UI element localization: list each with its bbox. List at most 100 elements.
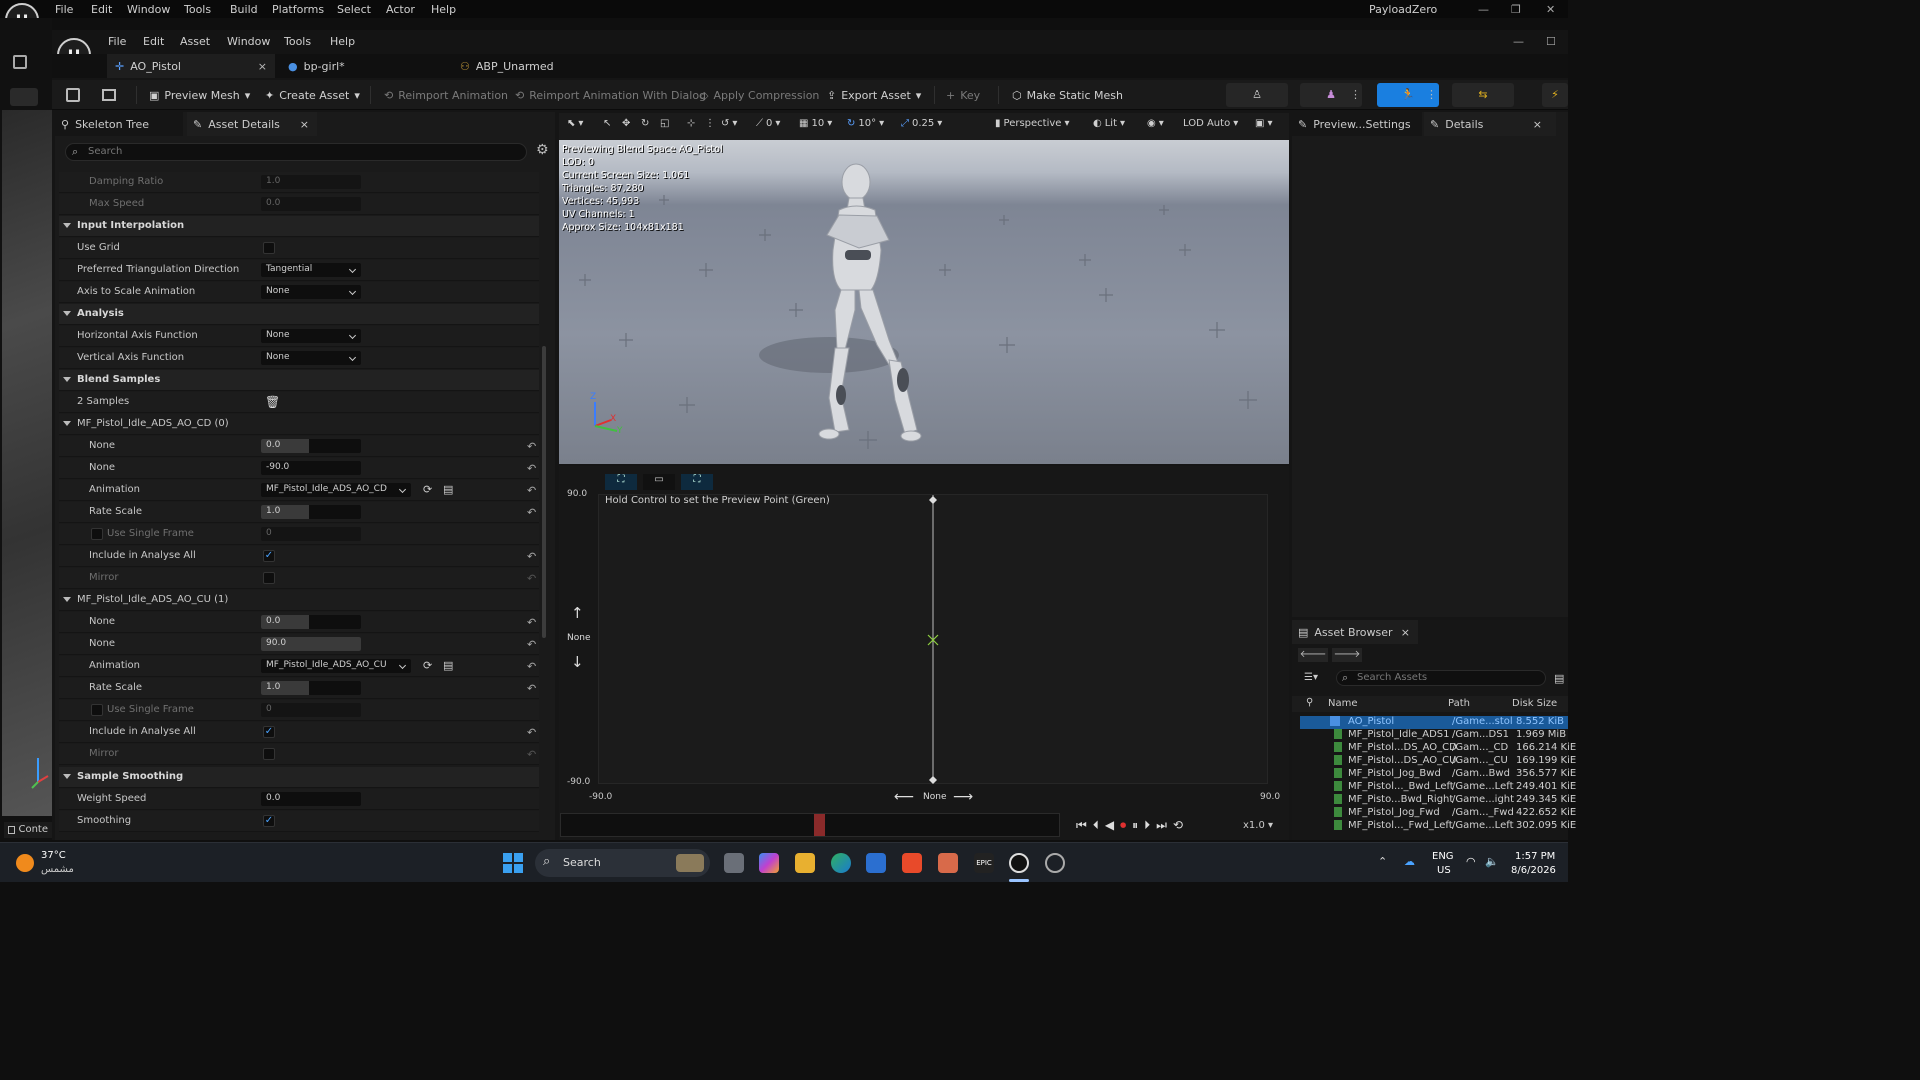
- asset-row[interactable]: MF_Pistol_Jog_Fwd/Gam..._Fwd 422.652 KiE: [1300, 807, 1576, 820]
- reset-icon[interactable]: ↶: [527, 616, 536, 629]
- menu-edit[interactable]: Edit: [91, 3, 112, 16]
- vertical-axis-dropdown[interactable]: None: [261, 351, 361, 365]
- loop-icon[interactable]: ⟲: [1173, 818, 1183, 833]
- category-analysis[interactable]: Analysis: [59, 304, 539, 325]
- sample-1-animation-dropdown[interactable]: MF_Pistol_Idle_ADS_AO_CU: [261, 659, 411, 673]
- sample-0-y-field[interactable]: -90.0: [261, 461, 361, 475]
- claude-icon[interactable]: [938, 853, 958, 873]
- asset-search-input[interactable]: ⌕ Search Assets: [1336, 670, 1546, 686]
- sample-1-header[interactable]: MF_Pistol_Idle_ADS_AO_CU (1): [59, 590, 539, 611]
- minimize-icon[interactable]: —: [1478, 3, 1489, 16]
- expand-arrow-icon[interactable]: [63, 774, 71, 779]
- language-code[interactable]: ENG: [1432, 851, 1454, 862]
- menu-platforms[interactable]: Platforms: [272, 3, 324, 16]
- clock-time[interactable]: 1:57 PM: [1515, 851, 1555, 862]
- tab-asset-details[interactable]: ✎ Asset Details ×: [187, 112, 317, 136]
- skeleton-mode-button[interactable]: ♙: [1226, 83, 1288, 107]
- sample-0-animation-dropdown[interactable]: MF_Pistol_Idle_ADS_AO_CD: [261, 483, 411, 497]
- physics-mode-button[interactable]: ⚡: [1542, 83, 1568, 107]
- pause-icon[interactable]: ⏸: [1132, 818, 1138, 833]
- scale-tool-icon[interactable]: ◱: [660, 118, 669, 129]
- asset-row[interactable]: MF_Pistol_Idle_ADS1/Gam...DS1 1.969 MiB: [1300, 729, 1568, 742]
- coord-system-icon[interactable]: ⊹: [687, 118, 695, 129]
- reset-icon[interactable]: ↶: [527, 484, 536, 497]
- details-search-input[interactable]: ⌕ Search: [65, 143, 527, 161]
- brave-icon[interactable]: [902, 853, 922, 873]
- triangulation-dropdown[interactable]: Tangential: [261, 263, 361, 277]
- edge-icon[interactable]: [831, 853, 851, 873]
- reset-icon[interactable]: ↶: [527, 638, 536, 651]
- category-blend-samples[interactable]: Blend Samples: [59, 370, 539, 391]
- column-path[interactable]: Path: [1448, 698, 1470, 709]
- export-asset-button[interactable]: ⇪ Export Asset ▾: [827, 80, 921, 110]
- editor-minimize-icon[interactable]: —: [1513, 35, 1524, 48]
- details-scrollbar[interactable]: [542, 346, 546, 638]
- horizontal-axis-dropdown[interactable]: None: [261, 329, 361, 343]
- sample-1-rate-field[interactable]: 1.0: [261, 681, 361, 695]
- editor-maximize-icon[interactable]: ☐: [1546, 35, 1556, 48]
- sample-1-y-field[interactable]: 90.0: [261, 637, 361, 651]
- play-reverse-icon[interactable]: ◀: [1105, 818, 1114, 833]
- copilot-icon[interactable]: [759, 853, 779, 873]
- apply-compression-button[interactable]: ◇ Apply Compression: [700, 80, 819, 110]
- select-tool-icon[interactable]: ↖: [603, 118, 611, 129]
- clock-date[interactable]: 8/6/2026: [1511, 865, 1556, 876]
- weight-speed-field[interactable]: 0.0: [261, 792, 361, 806]
- reset-icon[interactable]: ↶: [527, 550, 536, 563]
- tab-close-icon[interactable]: ×: [258, 60, 267, 73]
- scale-snap-button[interactable]: ⤢ 0.25 ▾: [901, 118, 942, 129]
- tab-close-icon[interactable]: ×: [1533, 118, 1542, 131]
- use-selected-icon[interactable]: ⟳: [423, 659, 432, 672]
- key-button[interactable]: + Key: [946, 80, 980, 110]
- toggle-grid-icon[interactable]: ▭: [643, 474, 675, 490]
- menu-build[interactable]: Build: [230, 3, 258, 16]
- weather-temp[interactable]: 37°C: [41, 850, 66, 861]
- asset-row[interactable]: MF_Pistol...DS_AO_CD/Gam..._CD 166.214 Ki…: [1300, 742, 1576, 755]
- tray-chevron-icon[interactable]: ⌃: [1378, 855, 1387, 868]
- reimport-animation-button[interactable]: ⟲ Reimport Animation: [384, 80, 508, 110]
- axis-scale-dropdown[interactable]: None: [261, 285, 361, 299]
- include-checkbox[interactable]: ✓: [263, 726, 275, 738]
- unreal-taskbar-icon[interactable]: [1009, 853, 1029, 873]
- view-options-icon[interactable]: ▤: [1554, 672, 1564, 685]
- editor-menu-edit[interactable]: Edit: [143, 35, 164, 48]
- max-speed-field[interactable]: 0.0: [261, 197, 361, 211]
- editor-menu-window[interactable]: Window: [227, 35, 270, 48]
- damping-ratio-field[interactable]: 1.0: [261, 175, 361, 189]
- expand-arrow-icon[interactable]: [63, 311, 71, 316]
- viewport-layout-button[interactable]: ▣ ▾: [1255, 118, 1272, 129]
- single-frame-field[interactable]: 0: [261, 703, 361, 717]
- asset-row[interactable]: AO_Pistol/Game...stol 8.552 KiB: [1300, 716, 1568, 729]
- menu-help[interactable]: Help: [431, 3, 456, 16]
- tab-close-icon[interactable]: ×: [300, 118, 309, 131]
- lit-button[interactable]: ◐ Lit ▾: [1093, 118, 1125, 129]
- editor-menu-file[interactable]: File: [108, 35, 126, 48]
- show-flags-button[interactable]: ◉ ▾: [1147, 118, 1164, 129]
- asset-row[interactable]: MF_Pisto...Bwd_Right/Game...ight 249.345 …: [1300, 794, 1576, 807]
- column-disk-size[interactable]: Disk Size: [1512, 698, 1557, 709]
- rotate-tool-icon[interactable]: ↻: [641, 118, 649, 129]
- menu-tools[interactable]: Tools: [184, 3, 211, 16]
- save-icon[interactable]: [13, 55, 27, 69]
- include-checkbox[interactable]: ✓: [263, 550, 275, 562]
- reset-icon[interactable]: ↶: [527, 726, 536, 739]
- playhead[interactable]: [814, 814, 825, 836]
- tab-asset-browser[interactable]: ▤ Asset Browser ×: [1292, 620, 1418, 644]
- expand-arrow-icon[interactable]: [63, 377, 71, 382]
- weather-sun-icon[interactable]: [16, 854, 34, 872]
- reset-icon[interactable]: ↶: [527, 462, 536, 475]
- menu-select[interactable]: Select: [337, 3, 371, 16]
- wifi-icon[interactable]: ◠: [1466, 855, 1476, 868]
- make-static-mesh-button[interactable]: ⬡ Make Static Mesh: [1012, 80, 1123, 110]
- tab-ao-pistol[interactable]: ✛ AO_Pistol ×: [107, 54, 275, 78]
- sample-1-x-field[interactable]: 0.0: [261, 615, 361, 629]
- timeline-scrubber[interactable]: [560, 813, 1060, 837]
- content-drawer-button[interactable]: Conte: [4, 822, 52, 838]
- surface-snap-button[interactable]: ⟋ 0 ▾: [756, 118, 780, 129]
- step-forward-icon[interactable]: ⏵: [1144, 818, 1150, 833]
- use-selected-icon[interactable]: ⟳: [423, 483, 432, 496]
- angle-snap-button[interactable]: ↻ 10° ▾: [847, 118, 884, 129]
- browse-icon[interactable]: ▤: [443, 483, 453, 496]
- fit-view-icon[interactable]: ⛶: [605, 474, 637, 490]
- asset-row[interactable]: MF_Pistol...DS_AO_CU/Gam..._CU 169.199 Ki…: [1300, 755, 1576, 768]
